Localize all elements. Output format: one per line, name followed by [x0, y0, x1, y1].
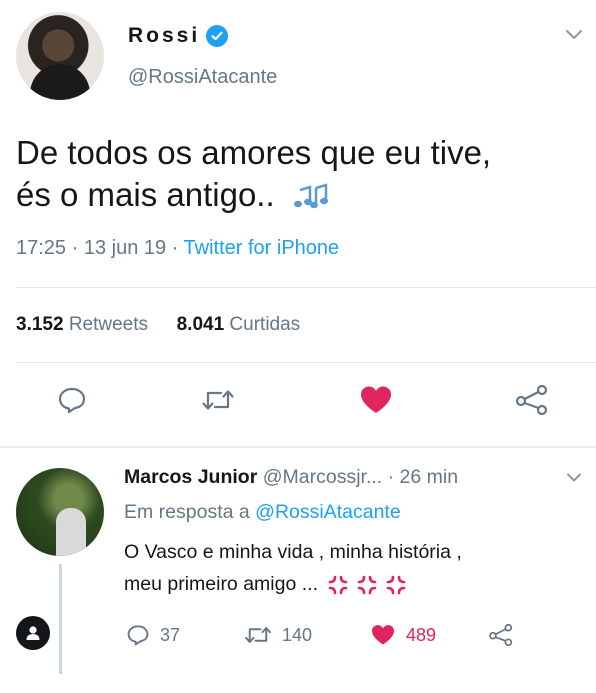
reply-text-fragment: meu primeiro amigo ...: [124, 573, 318, 595]
like-count: 489: [406, 624, 437, 645]
in-reply-to: Em resposta a @RossiAtacante: [124, 501, 401, 524]
share-icon: [515, 385, 548, 415]
tweet-actions: [0, 380, 596, 428]
tweet-timestamp[interactable]: 17:25 · 13 jun 19 ·: [16, 237, 184, 259]
heart-icon: [361, 386, 391, 413]
divider: [16, 362, 596, 363]
tweet-meta: 17:25 · 13 jun 19 · Twitter for iPhone: [16, 237, 339, 260]
chevron-down-icon[interactable]: [566, 472, 582, 484]
reply-header: Marcos Junior @Marcossjr... · 26 min: [124, 466, 458, 489]
tweet-source-link[interactable]: Twitter for iPhone: [184, 237, 340, 259]
retweets-count[interactable]: 3.152: [16, 314, 64, 335]
retweet-button[interactable]: 140: [244, 620, 312, 650]
in-reply-prefix: Em resposta a: [124, 501, 250, 523]
reply-text-line: meu primeiro amigo ...: [124, 568, 584, 600]
share-button[interactable]: [512, 380, 552, 420]
reply-author-name[interactable]: Marcos Junior: [124, 466, 257, 488]
reply-icon: [58, 387, 86, 414]
like-button[interactable]: 489: [370, 620, 436, 650]
author-handle[interactable]: @RossiAtacante: [128, 66, 277, 89]
tweet-text-line: De todos os amores que eu tive,: [16, 134, 492, 171]
musical-notes-icon: [293, 183, 328, 209]
user-icon: [16, 616, 50, 650]
reply-tweet[interactable]: Marcos Junior @Marcossjr... · 26 min Em …: [0, 448, 596, 693]
main-tweet: Rossi @RossiAtacante De todos os amores …: [0, 0, 596, 446]
author-row: Rossi: [128, 24, 229, 48]
reply-author-handle[interactable]: @Marcossjr...: [263, 466, 382, 488]
tweet-text-line: és o mais antigo..: [16, 174, 576, 216]
verified-badge-icon: [206, 25, 229, 47]
reply-text-line: O Vasco e minha vida , minha história ,: [124, 541, 462, 563]
retweet-icon: [202, 390, 234, 410]
share-button[interactable]: [488, 620, 514, 650]
likes-count[interactable]: 8.041: [177, 314, 225, 335]
reply-timestamp[interactable]: · 26 min: [388, 466, 458, 488]
reply-text: O Vasco e minha vida , minha história , …: [124, 536, 584, 600]
tweet-text-fragment: és o mais antigo..: [16, 176, 275, 213]
share-icon: [489, 624, 513, 646]
reply-button[interactable]: [52, 380, 92, 420]
avatar[interactable]: [16, 12, 104, 100]
anger-symbol-icon: [329, 575, 406, 595]
thread-line: [59, 564, 62, 674]
tweet-stats: 3.152 Retweets 8.041 Curtidas: [16, 314, 300, 336]
heart-icon: [372, 625, 394, 645]
likes-label[interactable]: Curtidas: [229, 314, 300, 335]
like-button[interactable]: [356, 380, 396, 420]
reply-count: 37: [160, 624, 181, 645]
retweet-button[interactable]: [198, 380, 238, 420]
retweets-label[interactable]: Retweets: [69, 314, 148, 335]
tweet-text: De todos os amores que eu tive, és o mai…: [16, 132, 576, 216]
avatar[interactable]: [16, 468, 104, 556]
author-display-name[interactable]: Rossi: [128, 24, 200, 48]
mention-link[interactable]: @RossiAtacante: [255, 501, 401, 523]
retweet-count: 140: [282, 624, 313, 645]
reply-icon: [127, 625, 149, 646]
divider: [16, 287, 596, 288]
retweet-icon: [245, 627, 271, 643]
chevron-down-icon[interactable]: [564, 28, 584, 42]
reply-button[interactable]: 37: [126, 620, 180, 650]
